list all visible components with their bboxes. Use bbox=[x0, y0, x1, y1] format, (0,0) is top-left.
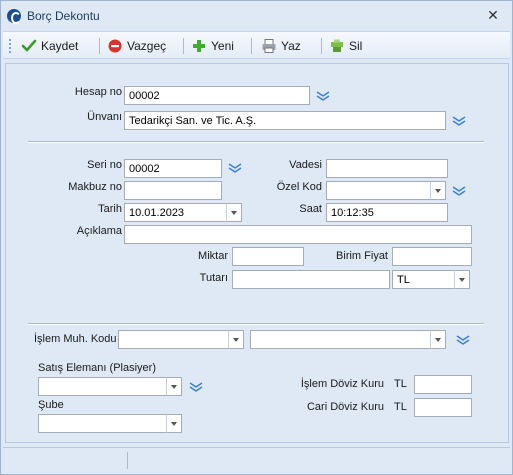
cari-doviz-currency: TL bbox=[394, 401, 407, 413]
ozel-kod-select[interactable] bbox=[326, 181, 432, 200]
islem-doviz-kuru-input[interactable] bbox=[414, 375, 472, 394]
islem-muh-kodu-select-2[interactable] bbox=[250, 330, 432, 349]
miktar-label: Miktar bbox=[198, 250, 228, 262]
status-separator bbox=[127, 452, 128, 469]
plus-icon bbox=[191, 38, 207, 54]
sube-dropdown-button[interactable] bbox=[166, 414, 182, 433]
section-divider bbox=[28, 323, 484, 325]
kaydet-button[interactable]: Kaydet bbox=[21, 36, 78, 56]
seri-no-label: Seri no bbox=[87, 159, 122, 171]
sube-select[interactable] bbox=[38, 414, 168, 433]
tarih-label: Tarih bbox=[98, 203, 122, 215]
close-icon[interactable]: ✕ bbox=[486, 8, 500, 22]
printer-icon bbox=[261, 38, 277, 54]
islem-muh-kodu-label: İşlem Muh. Kodu bbox=[34, 333, 117, 345]
yaz-label: Yaz bbox=[281, 39, 301, 53]
sube-label: Şube bbox=[38, 399, 64, 411]
borc-dekontu-window: Borç Dekontu ✕ Kaydet Vazgeç Yeni Yaz Si… bbox=[0, 0, 513, 475]
section-divider bbox=[28, 141, 484, 143]
vazgec-button[interactable]: Vazgeç bbox=[107, 36, 166, 56]
vadesi-input[interactable] bbox=[326, 159, 448, 178]
hesap-no-lookup-icon[interactable] bbox=[316, 91, 330, 101]
islem-muh-kodu-dropdown-2[interactable] bbox=[430, 330, 446, 349]
makbuz-no-label: Makbuz no bbox=[68, 181, 122, 193]
seri-no-input[interactable] bbox=[124, 159, 222, 178]
saat-label: Saat bbox=[299, 203, 322, 215]
delete-icon bbox=[329, 38, 345, 54]
islem-doviz-currency: TL bbox=[394, 378, 407, 390]
seri-no-lookup-icon[interactable] bbox=[228, 163, 242, 173]
tutar-input[interactable] bbox=[232, 270, 390, 289]
birim-fiyat-input[interactable] bbox=[392, 247, 472, 266]
app-logo-icon bbox=[7, 9, 21, 24]
vadesi-label: Vadesi bbox=[289, 159, 322, 171]
birim-fiyat-label: Birim Fiyat bbox=[336, 250, 388, 262]
yeni-label: Yeni bbox=[211, 39, 234, 53]
sil-button[interactable]: Sil bbox=[329, 36, 362, 56]
saat-input[interactable] bbox=[326, 203, 448, 222]
hesap-no-input[interactable] bbox=[124, 86, 310, 105]
makbuz-no-input[interactable] bbox=[124, 181, 222, 200]
form-panel: Hesap no Ünvanı Seri no Vadesi Makbuz no… bbox=[5, 63, 509, 443]
ozel-kod-dropdown-button[interactable] bbox=[430, 181, 446, 200]
ozel-kod-label: Özel Kod bbox=[276, 181, 322, 193]
islem-muh-kodu-dropdown-1[interactable] bbox=[228, 330, 244, 349]
toolbar-separator bbox=[251, 38, 252, 54]
toolbar-grip[interactable] bbox=[9, 39, 12, 53]
toolbar-separator bbox=[183, 38, 184, 54]
tarih-input[interactable] bbox=[124, 203, 228, 222]
cancel-icon bbox=[107, 38, 123, 54]
unvan-label: Ünvanı bbox=[87, 111, 122, 123]
hesap-no-label: Hesap no bbox=[74, 86, 122, 98]
checkmark-icon bbox=[21, 38, 37, 54]
islem-doviz-kuru-label: İşlem Döviz Kuru bbox=[300, 378, 384, 390]
unvan-lookup-icon[interactable] bbox=[452, 116, 466, 126]
cari-doviz-kuru-input[interactable] bbox=[414, 398, 472, 417]
unvan-input[interactable] bbox=[124, 111, 446, 130]
currency-select[interactable] bbox=[392, 270, 456, 289]
aciklama-input[interactable] bbox=[124, 225, 472, 244]
miktar-input[interactable] bbox=[232, 247, 304, 266]
ozel-kod-lookup-icon[interactable] bbox=[452, 186, 466, 196]
tarih-dropdown-button[interactable] bbox=[226, 203, 242, 222]
yeni-button[interactable]: Yeni bbox=[191, 36, 234, 56]
sil-label: Sil bbox=[349, 39, 363, 53]
window-title: Borç Dekontu bbox=[27, 9, 100, 23]
tutar-label: Tutarı bbox=[199, 272, 228, 284]
toolbar: Kaydet Vazgeç Yeni Yaz Sil bbox=[3, 31, 510, 59]
currency-dropdown-button[interactable] bbox=[454, 270, 470, 289]
islem-muh-kodu-lookup-icon[interactable] bbox=[456, 335, 470, 345]
kaydet-label: Kaydet bbox=[41, 39, 79, 53]
title-bar: Borç Dekontu ✕ bbox=[1, 1, 512, 29]
satis-elemani-dropdown-button[interactable] bbox=[166, 377, 182, 396]
status-bar bbox=[3, 447, 510, 472]
vazgec-label: Vazgeç bbox=[127, 39, 167, 53]
satis-elemani-label: Satış Elemanı (Plasiyer) bbox=[38, 362, 156, 374]
islem-muh-kodu-select-1[interactable] bbox=[118, 330, 230, 349]
toolbar-separator bbox=[99, 38, 100, 54]
yaz-button[interactable]: Yaz bbox=[261, 36, 301, 56]
cari-doviz-kuru-label: Cari Döviz Kuru bbox=[306, 401, 384, 413]
satis-elemani-lookup-icon[interactable] bbox=[189, 382, 203, 392]
aciklama-label: Açıklama bbox=[76, 225, 122, 237]
toolbar-separator bbox=[321, 38, 322, 54]
satis-elemani-select[interactable] bbox=[38, 377, 168, 396]
